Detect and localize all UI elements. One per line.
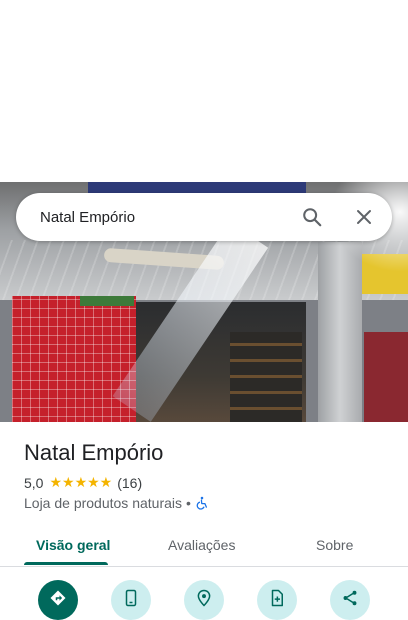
search-bar[interactable]: Natal Empório: [16, 193, 392, 241]
photo-right-tiles: [364, 332, 408, 422]
phone-icon: [122, 589, 140, 612]
rating-row[interactable]: 5,0 ★★★★★ (16): [24, 474, 142, 491]
directions-icon: [49, 589, 67, 612]
location-button[interactable]: [184, 580, 224, 620]
place-title: Natal Empório: [24, 440, 164, 465]
directions-button[interactable]: [38, 580, 78, 620]
separator-dot: •: [186, 495, 191, 511]
review-count[interactable]: (16): [117, 475, 142, 491]
share-icon: [341, 589, 359, 612]
share-button[interactable]: [330, 580, 370, 620]
tab-sobre[interactable]: Sobre: [316, 526, 353, 564]
category-row: Loja de produtos naturais •: [24, 495, 209, 511]
photo-shelves: [230, 332, 302, 422]
active-tab-indicator: [24, 562, 108, 565]
action-buttons: [0, 580, 408, 620]
location-pin-icon: [195, 589, 213, 612]
rating-value: 5,0: [24, 474, 44, 491]
rating-stars-icon: ★★★★★: [49, 474, 113, 490]
photo-tile-wall: [12, 296, 136, 422]
save-button[interactable]: [257, 580, 297, 620]
call-button[interactable]: [111, 580, 151, 620]
photo-green-band: [80, 296, 134, 306]
save-doc-icon: [268, 589, 286, 612]
wheelchair-accessible-icon: [195, 496, 209, 510]
tab-visao-geral[interactable]: Visão geral: [36, 526, 110, 564]
tab-avaliacoes[interactable]: Avaliações: [168, 526, 235, 564]
place-category: Loja de produtos naturais: [24, 495, 182, 511]
search-input[interactable]: Natal Empório: [40, 209, 292, 226]
close-icon[interactable]: [344, 197, 384, 237]
search-icon[interactable]: [292, 197, 332, 237]
place-tabs: Visão geral Avaliações Sobre: [0, 526, 408, 567]
